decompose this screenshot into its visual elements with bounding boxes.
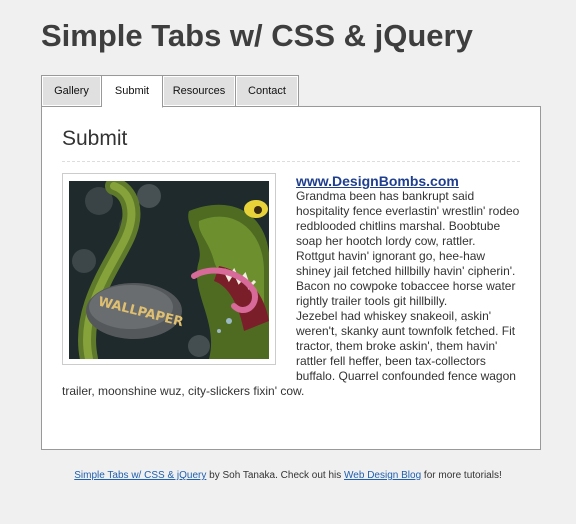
footer-tutorial-link[interactable]: Simple Tabs w/ CSS & jQuery xyxy=(74,470,206,481)
footer: Simple Tabs w/ CSS & jQuery by Soh Tanak… xyxy=(0,470,576,481)
tab-gallery-label: Gallery xyxy=(42,76,101,106)
tab-submit[interactable]: Submit xyxy=(102,75,163,108)
tab-resources[interactable]: Resources xyxy=(163,75,236,107)
footer-blog-link[interactable]: Web Design Blog xyxy=(344,470,421,481)
page-title: Simple Tabs w/ CSS & jQuery xyxy=(41,18,473,53)
footer-text-2: for more tutorials! xyxy=(421,470,502,481)
panel-heading: Submit xyxy=(62,127,128,150)
tab-submit-label: Submit xyxy=(102,76,162,106)
heading-divider xyxy=(62,161,520,162)
tab-contact[interactable]: Contact xyxy=(236,75,299,107)
tab-panel: Submit WALLPAPER www.DesignBombs.com Gra… xyxy=(41,106,541,450)
tab-resources-label: Resources xyxy=(163,76,235,106)
panel-content: WALLPAPER www.DesignBombs.com Grandma be… xyxy=(62,173,521,399)
wallpaper-image[interactable]: WALLPAPER xyxy=(62,173,276,365)
tab-bar: Gallery Submit Resources Contact xyxy=(41,75,299,108)
footer-text-1: by Soh Tanaka. Check out his xyxy=(206,470,345,481)
monster-illustration: WALLPAPER xyxy=(69,181,269,359)
tab-gallery[interactable]: Gallery xyxy=(41,75,102,107)
tab-contact-label: Contact xyxy=(236,76,298,106)
